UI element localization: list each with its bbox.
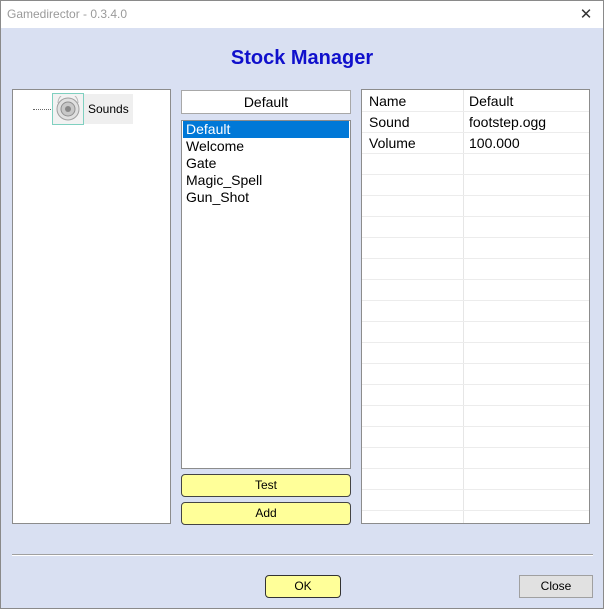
title-bar: Gamedirector - 0.3.4.0 ✕ xyxy=(1,1,603,28)
property-value[interactable]: 100.000 xyxy=(469,135,520,151)
empty-row xyxy=(362,321,589,343)
tree-item-sounds[interactable]: Sounds xyxy=(33,93,133,125)
empty-row xyxy=(362,342,589,364)
category-tree: Sounds xyxy=(12,89,171,524)
empty-row xyxy=(362,405,589,427)
property-name: Name xyxy=(369,93,407,109)
empty-row xyxy=(362,195,589,217)
window-title: Gamedirector - 0.3.4.0 xyxy=(7,7,128,21)
property-row[interactable]: Name Default xyxy=(362,90,589,112)
stock-name-display: Default xyxy=(181,90,351,114)
empty-row xyxy=(362,300,589,322)
empty-row xyxy=(362,216,589,238)
main-window: Gamedirector - 0.3.4.0 ✕ Stock Manager S… xyxy=(0,0,604,609)
property-name: Sound xyxy=(369,114,410,130)
list-item[interactable]: Default xyxy=(183,121,349,138)
property-value[interactable]: Default xyxy=(469,93,513,109)
empty-row xyxy=(362,237,589,259)
property-value[interactable]: footstep.ogg xyxy=(469,114,546,130)
empty-row xyxy=(362,174,589,196)
empty-row xyxy=(362,426,589,448)
property-row[interactable]: Sound footstep.ogg xyxy=(362,111,589,133)
property-name: Volume xyxy=(369,135,416,151)
property-row[interactable]: Volume 100.000 xyxy=(362,132,589,154)
list-item[interactable]: Welcome xyxy=(183,138,349,155)
page-title: Stock Manager xyxy=(230,47,374,69)
empty-row xyxy=(362,447,589,469)
empty-row xyxy=(362,279,589,301)
empty-row xyxy=(362,384,589,406)
test-button[interactable]: Test xyxy=(181,474,351,497)
ok-button[interactable]: OK xyxy=(265,575,341,598)
empty-row xyxy=(362,489,589,511)
empty-row xyxy=(362,258,589,280)
empty-row xyxy=(362,363,589,385)
window-close-icon[interactable]: ✕ xyxy=(569,1,603,28)
empty-row xyxy=(362,468,589,490)
list-item[interactable]: Gun_Shot xyxy=(183,189,349,206)
stock-list[interactable]: Default Welcome Gate Magic_Spell Gun_Sho… xyxy=(181,120,351,469)
list-item[interactable]: Gate xyxy=(183,155,349,172)
tree-item-label: Sounds xyxy=(84,94,133,124)
tree-connector xyxy=(33,108,51,110)
speaker-icon xyxy=(52,93,84,125)
close-button[interactable]: Close xyxy=(519,575,593,598)
empty-row xyxy=(362,153,589,175)
divider xyxy=(12,554,593,556)
add-button[interactable]: Add xyxy=(181,502,351,525)
property-grid: Name Default Sound footstep.ogg Volume 1… xyxy=(361,89,590,524)
list-item[interactable]: Magic_Spell xyxy=(183,172,349,189)
